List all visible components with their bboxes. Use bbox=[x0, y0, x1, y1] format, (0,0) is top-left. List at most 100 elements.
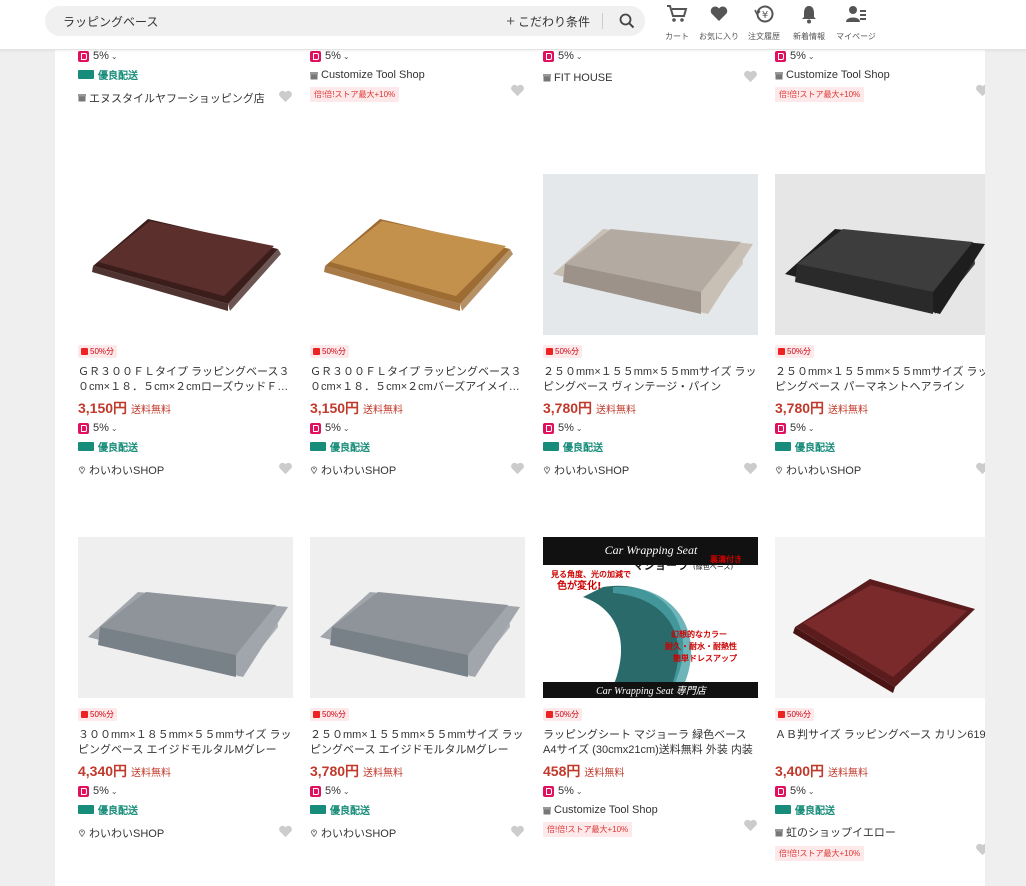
price-row: 3,150円 送料無料 bbox=[78, 398, 293, 418]
shop-name[interactable]: わいわいSHOP bbox=[554, 462, 629, 478]
product-title[interactable]: ラッピングシート マジョーラ 緑色ベース A4サイズ (30cmx21cm)送料… bbox=[543, 728, 758, 758]
product-image[interactable] bbox=[78, 537, 293, 698]
store-icon bbox=[78, 94, 86, 102]
price: 3,150円 bbox=[310, 400, 360, 416]
search-input[interactable] bbox=[45, 14, 507, 28]
points-row[interactable]: 5% ⌄ bbox=[78, 785, 293, 797]
points-row[interactable]: 5% ⌄ bbox=[543, 785, 758, 797]
product-card[interactable]: 50%分 ＧＲ３００ＦＬタイプ ラッピングベース３０cm×１８．５cm×２cmバー… bbox=[310, 174, 525, 478]
product-card[interactable]: 50%分 ２５０mm×１５５mm×５５mmサイズ ラッピングベース パーマネントヘ… bbox=[775, 174, 985, 478]
good-delivery-badge: 優良配送 bbox=[775, 439, 985, 454]
points-row[interactable]: 5% ⌄ bbox=[310, 785, 525, 797]
paypay-icon bbox=[543, 785, 554, 797]
product-title[interactable]: ２５０mm×１５５mm×５５mmサイズ ラッピングベース パーマネントヘアライン bbox=[775, 365, 985, 395]
shop-name[interactable]: わいわいSHOP bbox=[321, 462, 396, 478]
favorite-heart-icon[interactable] bbox=[510, 461, 525, 478]
price: 3,150円 bbox=[78, 400, 128, 416]
points-row[interactable]: 5% ⌄ bbox=[78, 50, 293, 62]
chevron-down-icon: ⌄ bbox=[575, 786, 583, 796]
favorite-heart-icon[interactable] bbox=[743, 818, 758, 835]
nav-heart[interactable]: お気に入り bbox=[698, 4, 740, 42]
favorite-heart-icon[interactable] bbox=[510, 83, 525, 100]
shop-name[interactable]: わいわいSHOP bbox=[89, 825, 164, 841]
shipping-label: 送料無料 bbox=[584, 768, 625, 779]
shop-row: エヌスタイルヤフーショッピング店 bbox=[78, 89, 293, 106]
product-image[interactable] bbox=[775, 174, 985, 335]
product-card[interactable]: 50%分 ＡＢ判サイズ ラッピングベース カリン619 3,400円 送料無料 5% ⌄ 優… bbox=[775, 537, 985, 861]
store-icon bbox=[775, 828, 783, 836]
shop-name[interactable]: わいわいSHOP bbox=[321, 825, 396, 841]
bonus-label: 50%分 bbox=[787, 710, 812, 719]
product-title[interactable]: ＡＢ判サイズ ラッピングベース カリン619 bbox=[775, 728, 985, 758]
chevron-down-icon: ⌄ bbox=[575, 423, 583, 433]
location-icon bbox=[543, 466, 551, 474]
shop-name[interactable]: Customize Tool Shop bbox=[554, 804, 658, 816]
points-bonus-badge: 50%分 bbox=[543, 708, 583, 721]
favorite-heart-icon[interactable] bbox=[743, 461, 758, 478]
points-row[interactable]: 5% ⌄ bbox=[543, 422, 758, 434]
product-card[interactable]: 50%分 ３００mm×１８５mm×５５mmサイズ ラッピングベース エイジドモルタ… bbox=[78, 537, 293, 841]
product-image[interactable] bbox=[775, 537, 985, 698]
shop-name[interactable]: 虹のショップイエロー bbox=[786, 824, 896, 840]
product-image[interactable] bbox=[310, 537, 525, 698]
bonus-label: 50%分 bbox=[322, 347, 347, 356]
points-row[interactable]: 5% ⌄ bbox=[78, 422, 293, 434]
shop-name[interactable]: わいわいSHOP bbox=[89, 462, 164, 478]
shop-row: わいわいSHOP bbox=[310, 824, 525, 841]
favorite-heart-icon[interactable] bbox=[278, 461, 293, 478]
favorite-heart-icon[interactable] bbox=[975, 842, 985, 859]
favorite-heart-icon[interactable] bbox=[278, 89, 293, 106]
store-campaign-badge: 倍!倍!ストア最大+10% bbox=[775, 846, 865, 861]
product-image[interactable]: Car Wrapping Seatマジョーラ (緑色ベース)裏溝付き見る角度、光の… bbox=[543, 537, 758, 698]
nav-bell[interactable]: 新着情報 bbox=[788, 4, 830, 42]
sheet-tag: 裏溝付き bbox=[709, 554, 742, 564]
nav-cart[interactable]: カート bbox=[660, 4, 694, 42]
shipping-label: 送料無料 bbox=[363, 768, 404, 779]
location-icon bbox=[310, 829, 318, 837]
delivery-label: 優良配送 bbox=[563, 443, 603, 454]
points-rate: 5% bbox=[558, 785, 574, 797]
chevron-down-icon: ⌄ bbox=[342, 786, 350, 796]
filter-button[interactable]: + こだわり条件 bbox=[506, 13, 603, 30]
shop-name[interactable]: Customize Tool Shop bbox=[321, 69, 425, 81]
product-image[interactable] bbox=[310, 174, 525, 335]
good-delivery-badge: 優良配送 bbox=[310, 439, 525, 454]
product-image[interactable] bbox=[78, 174, 293, 335]
shop-name[interactable]: FIT HOUSE bbox=[554, 72, 612, 84]
product-title[interactable]: ２５０mm×１５５mm×５５mmサイズ ラッピングベース ヴィンテージ・パイン bbox=[543, 365, 758, 395]
product-card[interactable]: Car Wrapping Seat マジョーラ (緑色ベース) 裏溝付き 見る角度、光の… bbox=[543, 537, 758, 837]
product-card[interactable]: 50%分 ＧＲ３００ＦＬタイプ ラッピングベース３０cm×１８．５cm×２cmロー… bbox=[78, 174, 293, 478]
store-badge-row: 倍!倍!ストア最大+10% bbox=[775, 81, 985, 102]
favorite-heart-icon[interactable] bbox=[975, 83, 985, 100]
points-row[interactable]: 5% ⌄ bbox=[310, 50, 525, 62]
delivery-label: 優良配送 bbox=[330, 443, 370, 454]
points-row[interactable]: 5% ⌄ bbox=[775, 422, 985, 434]
favorite-heart-icon[interactable] bbox=[510, 824, 525, 841]
points-row[interactable]: 5% ⌄ bbox=[775, 50, 985, 62]
product-title[interactable]: ３００mm×１８５mm×５５mmサイズ ラッピングベース エイジドモルタルMグレ… bbox=[78, 728, 293, 758]
favorite-heart-icon[interactable] bbox=[975, 461, 985, 478]
product-title[interactable]: ＧＲ３００ＦＬタイプ ラッピングベース３０cm×１８．５cm×２cmバーズアイメ… bbox=[310, 365, 525, 395]
nav-order-history[interactable]: ¥ 注文履歴 bbox=[744, 4, 784, 42]
points-bonus-badge: 50%分 bbox=[310, 708, 350, 721]
favorite-heart-icon[interactable] bbox=[278, 824, 293, 841]
bonus-icon bbox=[546, 711, 553, 718]
shop-name[interactable]: エヌスタイルヤフーショッピング店 bbox=[89, 90, 265, 106]
favorite-heart-icon[interactable] bbox=[743, 69, 758, 86]
nav-user[interactable]: マイページ bbox=[834, 4, 878, 42]
shop-name[interactable]: Customize Tool Shop bbox=[786, 69, 890, 81]
search-button[interactable] bbox=[609, 6, 645, 36]
product-card[interactable]: 50%分 ２５０mm×１５５mm×５５mmサイズ ラッピングベース エイジドモルタ… bbox=[310, 537, 525, 841]
shop-name[interactable]: わいわいSHOP bbox=[786, 462, 861, 478]
product-image[interactable] bbox=[543, 174, 758, 335]
product-card[interactable]: 50%分 ２５０mm×１５５mm×５５mmサイズ ラッピングベース ヴィンテージ・… bbox=[543, 174, 758, 478]
product-title[interactable]: ２５０mm×１５５mm×５５mmサイズ ラッピングベース エイジドモルタルMグレ… bbox=[310, 728, 525, 758]
points-row[interactable]: 5% ⌄ bbox=[310, 422, 525, 434]
heart-icon bbox=[709, 4, 729, 29]
good-delivery-badge: 優良配送 bbox=[78, 67, 293, 82]
points-row[interactable]: 5% ⌄ bbox=[543, 50, 758, 62]
truck-icon bbox=[310, 442, 326, 451]
product-title[interactable]: ＧＲ３００ＦＬタイプ ラッピングベース３０cm×１８．５cm×２cmローズウッド… bbox=[78, 365, 293, 395]
price-row: 3,150円 送料無料 bbox=[310, 398, 525, 418]
points-row[interactable]: 5% ⌄ bbox=[775, 785, 985, 797]
